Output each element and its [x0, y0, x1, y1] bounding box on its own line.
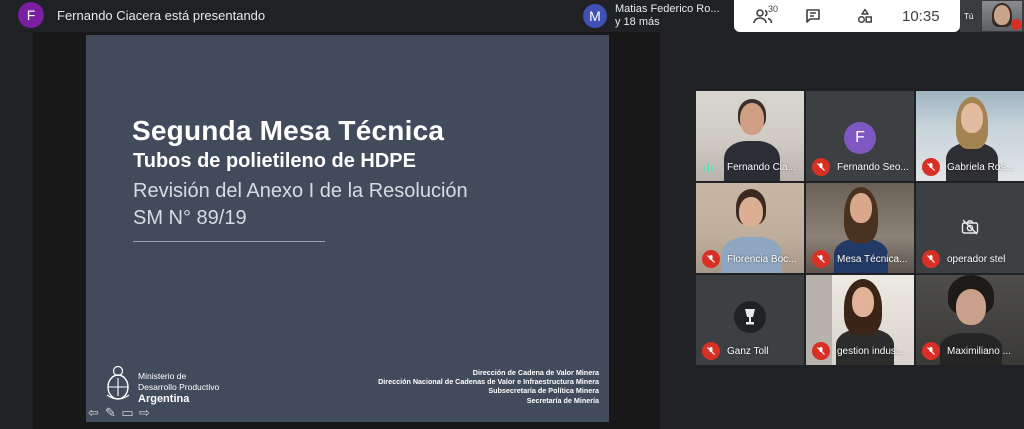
activities-button[interactable] [850, 4, 880, 28]
presentation-slide: Segunda Mesa Técnica Tubos de polietilen… [86, 35, 609, 422]
participant-name: Fernando Seo... [837, 162, 909, 173]
self-view-tile[interactable]: Tú [960, 0, 1024, 32]
ministry-line-2: Desarrollo Productivo [138, 382, 220, 392]
activities-icon [857, 8, 872, 24]
speaker-info: Matias Federico Ro... y 18 más [615, 3, 720, 29]
ministry-logo-text: Ministerio de Desarrollo Productivo Arge… [138, 371, 219, 406]
people-count: 30 [768, 4, 779, 14]
participant-tile[interactable]: Ganz Toll [696, 275, 804, 365]
credit-line-4: Secretaría de Minería [526, 395, 599, 405]
active-speaker-chip[interactable]: M Matias Federico Ro... y 18 más [578, 0, 734, 32]
credit-line-1: Dirección de Cadena de Valor Minera [472, 368, 599, 377]
mic-off-icon [922, 342, 940, 360]
mic-off-icon [922, 250, 940, 268]
participant-face [956, 289, 986, 325]
meeting-clock: 10:35 [902, 7, 940, 25]
mic-off-icon [812, 158, 830, 176]
speaking-indicator-icon [703, 162, 717, 174]
mic-off-icon [702, 250, 720, 268]
presenter-banner: F Fernando Ciacera está presentando [0, 0, 580, 30]
speaker-more: y 18 más [615, 16, 660, 28]
participant-avatar [734, 301, 766, 333]
mic-off-icon [922, 158, 940, 176]
participant-face [852, 287, 874, 317]
chat-icon [806, 9, 820, 23]
participant-name: operador stel [947, 254, 1006, 265]
participant-face [850, 193, 872, 223]
slide-controls: ⇦ ✎ ▭ ⇨ [86, 404, 152, 422]
participant-face [740, 103, 764, 135]
participant-grid: Fernando Cia... F Fernando Seo... Gabrie… [696, 91, 1024, 365]
participant-name: Ganz Toll [727, 346, 769, 357]
slide-text-line-1: Revisión del Anexo I de la Resolución [133, 180, 468, 202]
participant-name: Mesa Técnica... [837, 254, 908, 265]
slide-title: Segunda Mesa Técnica [132, 115, 445, 146]
participant-tile[interactable]: operador stel [916, 183, 1024, 273]
self-label: Tú [964, 11, 974, 21]
slide-divider [133, 241, 325, 242]
participant-name: Fernando Cia... [727, 162, 796, 173]
participant-tile[interactable]: Florencia Boc... [696, 183, 804, 273]
presenter-status: Fernando Ciacera está presentando [57, 7, 266, 23]
participant-tile[interactable]: gestion indus... [806, 275, 914, 365]
slide-menu-icon[interactable]: ▭ [120, 405, 135, 421]
speaker-avatar: M [583, 4, 607, 28]
self-mic-off-icon [1011, 19, 1022, 30]
self-face [994, 5, 1010, 25]
presenter-avatar: F [18, 2, 44, 28]
participant-body [724, 141, 780, 181]
trophy-icon [745, 309, 755, 325]
participant-name: Maximiliano ... [947, 346, 1011, 357]
speaker-name: Matias Federico Ro... [615, 3, 720, 15]
mic-off-icon [702, 342, 720, 360]
argentina-crest-icon [106, 365, 130, 400]
slide-text-line-2: SM N° 89/19 [133, 207, 247, 229]
credit-line-2: Dirección Nacional de Cadenas de Valor e… [378, 377, 599, 387]
participant-avatar: F [844, 122, 876, 154]
participant-face [961, 103, 983, 133]
participant-tile[interactable]: Maximiliano ... [916, 275, 1024, 365]
next-slide-icon[interactable]: ⇨ [137, 405, 152, 421]
mic-off-icon [812, 250, 830, 268]
previous-slide-icon[interactable]: ⇦ [86, 405, 101, 421]
participant-tile[interactable]: Mesa Técnica... [806, 183, 914, 273]
people-button[interactable]: 30 [748, 4, 778, 28]
slide-subtitle: Tubos de polietileno de HDPE [133, 150, 416, 172]
participant-name: Gabriela Ros... [947, 162, 1014, 173]
ministry-line-1: Ministerio de [138, 371, 187, 381]
participant-face [739, 197, 763, 227]
chat-button[interactable] [798, 4, 828, 28]
participant-name: Florencia Boc... [727, 254, 797, 265]
pen-tool-icon[interactable]: ✎ [103, 405, 118, 421]
participant-tile[interactable]: F Fernando Seo... [806, 91, 914, 181]
camera-off-icon [961, 219, 979, 235]
mic-off-icon [812, 342, 830, 360]
participant-name: gestion indus... [837, 346, 905, 357]
slide-credits: Dirección de Cadena de Valor Minera Dire… [378, 368, 599, 405]
participant-tile[interactable]: Fernando Cia... [696, 91, 804, 181]
credit-line-3: Subsecretaría de Política Minera [488, 386, 599, 396]
participant-tile[interactable]: Gabriela Ros... [916, 91, 1024, 181]
meeting-toolbar: 30 10:35 [734, 0, 960, 32]
